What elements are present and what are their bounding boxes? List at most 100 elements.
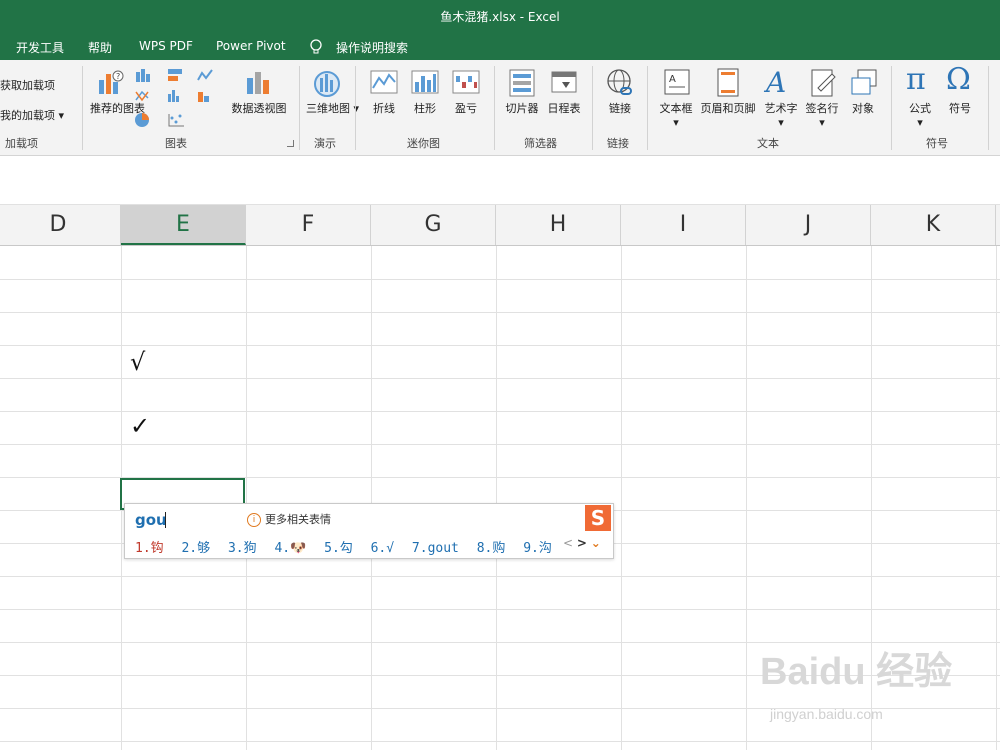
sparkline-line-button[interactable]: 折线 [368,102,400,116]
divider [891,66,892,150]
ime-composition-text: gou [135,511,167,529]
divider [494,66,495,150]
ime-candidate[interactable]: 2.够 [181,541,210,556]
signature-line-icon [810,68,838,101]
divider [299,66,300,150]
ime-candidate-list: 1.钩 2.够 3.狗 4.🐶 5.勾 6.√ 7.gout 8.购 9.沟 [135,537,562,556]
column-header-k[interactable]: K [871,205,996,245]
sparkline-column-button[interactable]: 柱形 [409,102,441,116]
get-addins-button[interactable]: 获取加载项 [0,77,55,93]
globe-link-icon [606,68,634,103]
cell-e-sqrt-check[interactable]: √ [130,348,145,376]
text-cursor [165,512,166,528]
header-footer-icon [716,68,740,101]
sparkline-winloss-button[interactable]: 盈亏 [450,102,482,116]
column-header-h[interactable]: H [496,205,621,245]
ime-candidate[interactable]: 4.🐶 [274,541,306,556]
signature-line-button[interactable]: 签名行 ▾ [802,102,842,130]
column-header-j[interactable]: J [746,205,871,245]
pivot-chart-button[interactable]: 数据透视图 [228,102,290,116]
watermark-url: jingyan.baidu.com [770,706,883,722]
textbox-icon: A [663,68,691,101]
ime-candidate[interactable]: 5.勾 [324,541,353,556]
divider [82,66,83,150]
equation-button[interactable]: 公式 ▾ [902,102,938,130]
expand-icon[interactable]: ⌄ [591,536,601,550]
column-header-g[interactable]: G [371,205,496,245]
grid-line [0,576,1000,577]
group-label-links: 链接 [607,137,629,150]
divider [592,66,593,150]
3d-map-button[interactable]: 三维地图 ▾ [306,102,359,116]
divider [647,66,648,150]
ime-candidate[interactable]: 7.gout [412,541,459,556]
recommended-charts-button[interactable]: 推荐的图表 [90,102,145,116]
cell-e-check-mark[interactable]: ✓ [130,412,150,440]
group-label-tours: 演示 [314,137,336,150]
group-label-charts: 图表 [165,137,187,150]
svg-text:A: A [669,74,676,85]
object-button[interactable]: 对象 [845,102,881,116]
pivot-chart-icon [243,68,275,103]
pi-icon: π [906,62,926,97]
header-footer-button[interactable]: 页眉和页脚 [698,102,758,116]
charts-launcher-icon[interactable] [287,140,294,147]
sparkline-column-icon [411,70,439,99]
tab-help[interactable]: 帮助 [88,39,112,56]
ime-more-emoji-link[interactable]: i 更多相关表情 [247,511,331,527]
grid-line [0,444,1000,445]
lightbulb-icon [310,39,322,58]
ime-candidate[interactable]: 6.√ [371,541,394,556]
window-title: 鱼木混猪.xlsx - Excel [440,10,560,24]
tell-me-search[interactable]: 操作说明搜索 [336,39,408,56]
sparkline-winloss-icon [452,70,480,99]
timeline-icon [550,68,578,101]
ribbon-tabs: 开发工具 帮助 WPS PDF Power Pivot 操作说明搜索 [0,34,1000,60]
grid-line [0,378,1000,379]
divider [355,66,356,150]
symbol-button[interactable]: 符号 [942,102,978,116]
ime-candidate-window: gou i 更多相关表情 S 1.钩 2.够 3.狗 4.🐶 5.勾 6.√ 7.… [124,503,614,559]
tab-developer[interactable]: 开发工具 [16,39,64,56]
column-header-i[interactable]: I [621,205,746,245]
column-headers: D E F G H I J K [0,205,1000,246]
timeline-button[interactable]: 日程表 [544,102,584,116]
grid-line [0,279,1000,280]
sparkline-line-icon [370,70,398,99]
next-page-icon[interactable]: > [577,536,587,550]
tab-wps-pdf[interactable]: WPS PDF [139,39,193,53]
formula-bar-area[interactable] [0,156,1000,205]
grid-line [0,345,1000,346]
object-icon [850,68,878,101]
wordart-button[interactable]: 艺术字 ▾ [761,102,801,130]
prev-page-icon[interactable]: < [563,536,573,550]
slicer-icon [508,68,536,101]
link-button[interactable]: 链接 [608,102,632,116]
column-header-d[interactable]: D [0,205,121,245]
3d-map-icon [312,68,342,103]
column-header-e[interactable]: E [121,205,246,245]
grid-line [0,741,1000,742]
recommended-charts-icon: ? [96,68,126,103]
ribbon: 获取加载项 我的加载项 ▾ 加载项 ? 推荐的图表 数据透视图 图表 三维地图 … [0,60,1000,156]
omega-icon: Ω [946,62,971,97]
sogou-logo-icon: S [585,505,611,531]
group-label-symbols: 符号 [926,137,948,150]
ime-candidate[interactable]: 8.购 [477,541,506,556]
ime-candidate[interactable]: 3.狗 [228,541,257,556]
slicer-button[interactable]: 切片器 [502,102,542,116]
svg-text:?: ? [116,72,120,81]
group-label-sparklines: 迷你图 [407,137,440,150]
info-icon: i [247,513,261,527]
textbox-button[interactable]: 文本框 ▾ [656,102,696,130]
ime-candidate[interactable]: 1.钩 [135,541,164,556]
group-label-text: 文本 [757,137,779,150]
column-header-f[interactable]: F [246,205,371,245]
grid-line [0,312,1000,313]
my-addins-button[interactable]: 我的加载项 ▾ [0,107,64,123]
ime-candidate[interactable]: 9.沟 [523,541,552,556]
divider [988,66,989,150]
tab-power-pivot[interactable]: Power Pivot [216,39,286,53]
chart-types-icons[interactable] [134,68,224,133]
group-label-addins: 加载项 [5,137,38,150]
